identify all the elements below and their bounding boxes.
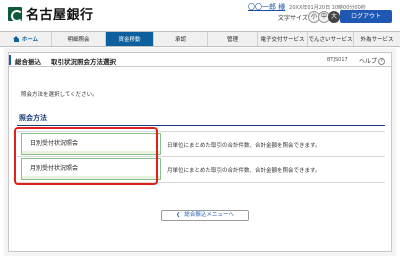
section-divider [17,125,385,126]
nav-statement-inquiry[interactable]: 明細照会 [52,32,106,46]
help-label: ヘルプ [359,58,378,65]
user-name-link[interactable]: 〇〇一郎 様 [248,3,285,11]
nav-approval[interactable]: 承認 [154,32,208,46]
nav-forex[interactable]: 外為サービス [354,32,400,46]
instruction-text: 照会方法を選択してください。 [21,92,98,98]
bank-name: 名古屋銀行 [26,8,94,23]
chevron-left-icon: ❮ [176,212,181,218]
nav-home-label: ホーム [21,37,39,43]
back-to-transfer-menu-button[interactable]: ❮ 総合振込メニューへ [161,210,249,221]
font-size-label: 文字サイズ [278,15,308,22]
bank-logo-icon [8,6,23,22]
logout-button[interactable]: ログアウト [340,10,392,23]
back-button-label: 総合振込メニューへ [184,212,234,218]
section-title: 照会方法 [19,114,47,122]
help-icon: ? [378,58,386,65]
page-category: 総合振込 [15,58,41,66]
nav-fund-transfer[interactable]: 資金移動 [106,32,154,46]
font-size-large-button[interactable]: 大 [328,11,340,23]
nav-e-delivery[interactable]: 電子交付サービス [258,32,308,46]
bank-logo[interactable]: 名古屋銀行 [8,4,94,23]
daily-status-description: 日単位にまとめた取引の合計件数、合計金額を照会できます。 [167,143,321,149]
monthly-status-description: 月単位にまとめた取引の合計件数、合計金額を照会できます。 [167,168,321,174]
global-nav: ホーム 明細照会 資金移動 承認 管理 電子交付サービス でんさいサービス 外為… [0,31,400,47]
page-title-bar: 総合振込 取引状況照会方法選択 BTJS017 ヘルプ? [9,53,391,67]
home-icon [12,36,20,42]
nav-home[interactable]: ホーム [0,32,52,46]
nav-densai[interactable]: でんさいサービス [308,32,354,46]
help-link[interactable]: ヘルプ? [359,56,386,65]
page-title: 取引状況照会方法選択 [51,58,116,66]
header: 名古屋銀行 〇〇一郎 様 20XX年01月20日 10時00分00秒 文字サイズ… [0,0,400,30]
screen-id: BTJS017 [327,57,348,63]
nav-management[interactable]: 管理 [208,32,258,46]
highlight-frame [14,127,158,185]
title-accent-bar [9,55,11,65]
